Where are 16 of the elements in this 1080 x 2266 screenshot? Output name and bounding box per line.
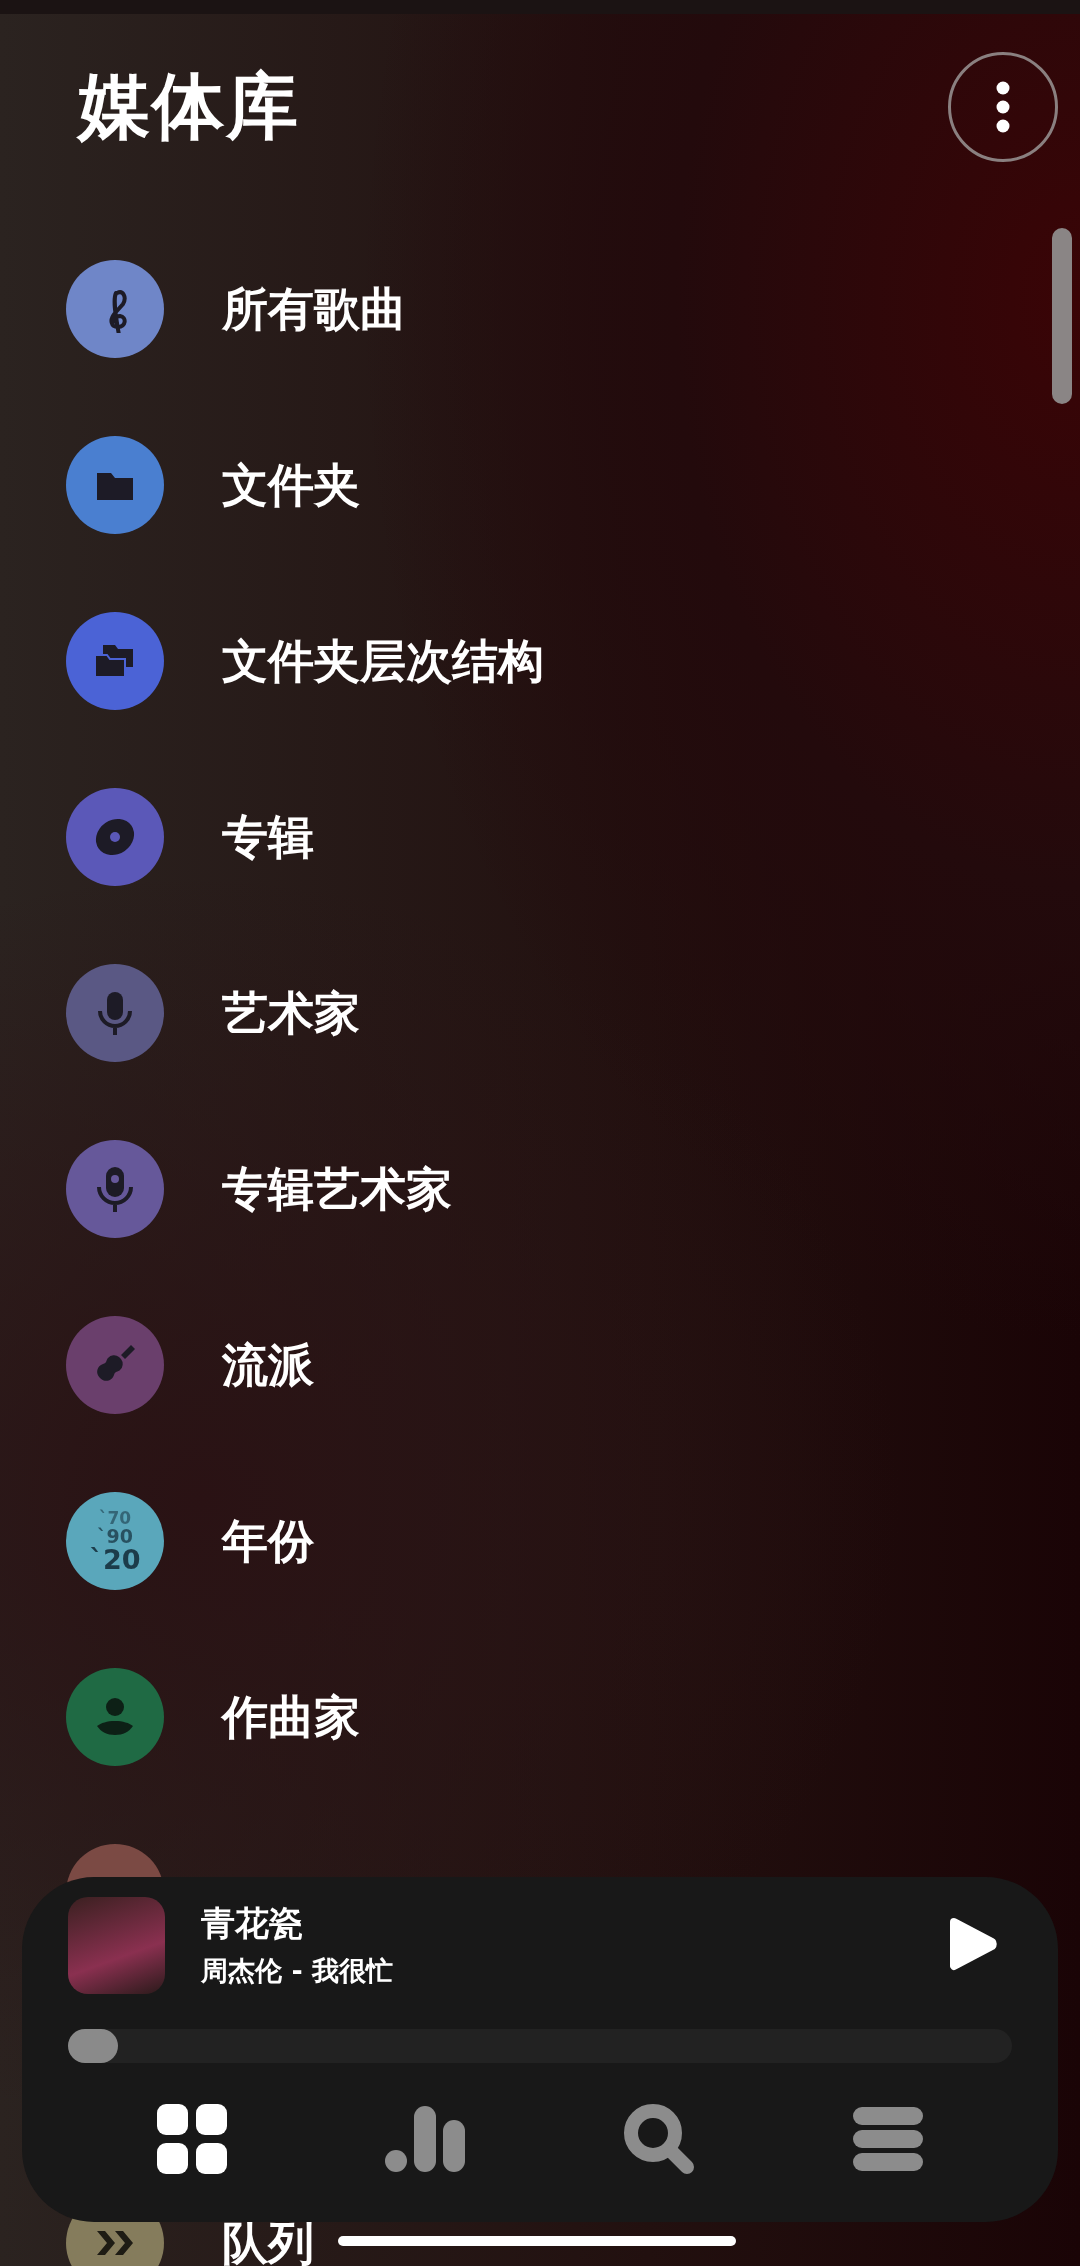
category-icon: `70 `90 `20	[66, 1492, 164, 1590]
menu-icon	[853, 2107, 923, 2171]
page-title: 媒体库	[78, 63, 300, 150]
category-label[interactable]: 文件夹	[222, 464, 360, 506]
artist-album: 周杰伦 - 我很忙	[201, 1954, 394, 1988]
progress-track[interactable]	[68, 2029, 1012, 2063]
category-label[interactable]: 年份	[222, 1520, 314, 1562]
search-icon	[623, 2103, 695, 2175]
bar-chart-icon	[385, 2106, 465, 2172]
more-options-button[interactable]	[948, 52, 1058, 162]
nav-tab[interactable]	[157, 2104, 227, 2174]
category-label[interactable]: 所有歌曲	[222, 288, 406, 330]
grid-icon	[157, 2104, 227, 2174]
song-title: 青花瓷	[201, 1902, 304, 1945]
more-icon	[996, 81, 1010, 133]
play-icon	[948, 1915, 998, 1972]
